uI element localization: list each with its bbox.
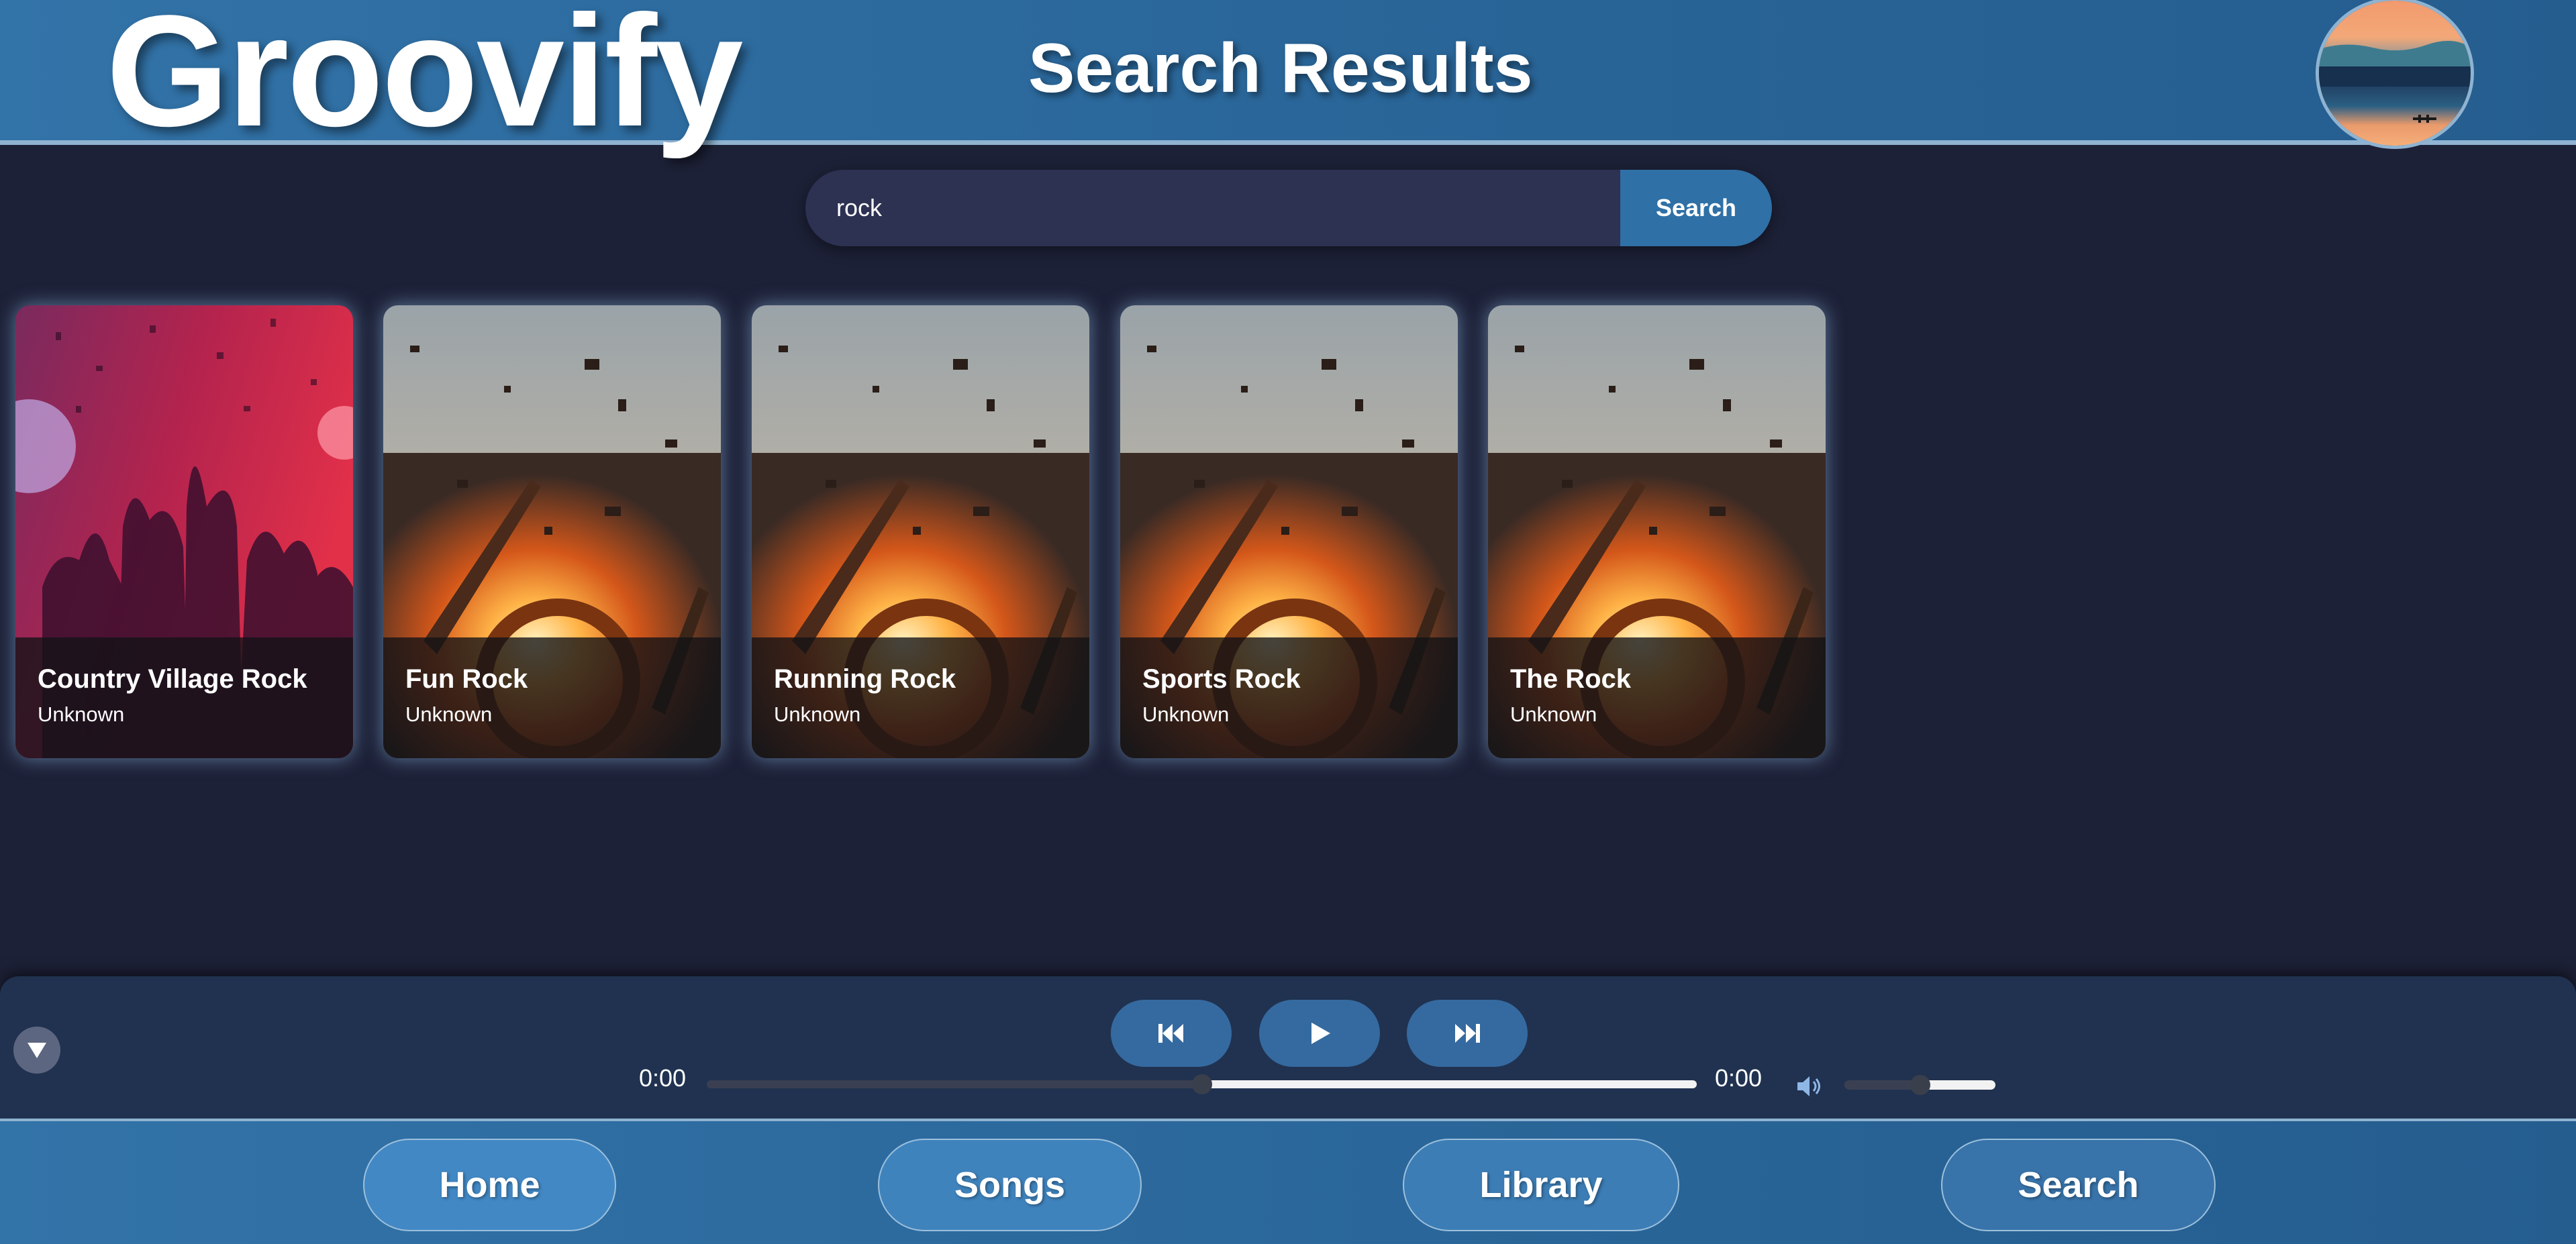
avatar[interactable]: [2316, 0, 2474, 149]
music-player: 0:00 0:00: [0, 976, 2576, 1119]
song-title: Country Village Rock: [38, 664, 307, 694]
search-bar: Search: [805, 170, 1772, 246]
page-title: Search Results: [1028, 30, 1533, 107]
bottom-nav: Home Songs Library Search: [0, 1119, 2576, 1244]
progress-fill: [1201, 1080, 1697, 1088]
result-card[interactable]: Sports Rock Unknown: [1120, 305, 1458, 758]
song-artist: Unknown: [1142, 703, 1230, 726]
volume-thumb[interactable]: [1910, 1075, 1930, 1095]
nav-library[interactable]: Library: [1403, 1139, 1679, 1231]
volume-slider[interactable]: [1844, 1075, 1995, 1095]
search-button[interactable]: Search: [1620, 170, 1772, 246]
app-header: Groovify Search Results: [0, 0, 2576, 150]
card-info: The Rock Unknown: [1488, 637, 1826, 758]
nav-songs[interactable]: Songs: [878, 1139, 1142, 1231]
avatar-image: [2319, 1, 2471, 146]
card-info: Country Village Rock Unknown: [15, 637, 353, 758]
song-title: The Rock: [1510, 664, 1632, 694]
song-title: Sports Rock: [1142, 664, 1301, 694]
song-artist: Unknown: [774, 703, 861, 726]
card-info: Sports Rock Unknown: [1120, 637, 1458, 758]
duration: 0:00: [1715, 1064, 1763, 1092]
progress-thumb[interactable]: [1191, 1074, 1212, 1094]
result-card[interactable]: The Rock Unknown: [1488, 305, 1826, 758]
current-time: 0:00: [639, 1064, 687, 1092]
song-artist: Unknown: [1510, 703, 1597, 726]
nav-search[interactable]: Search: [1941, 1139, 2216, 1231]
next-button[interactable]: [1407, 1000, 1528, 1067]
previous-button[interactable]: [1111, 1000, 1232, 1067]
progress-slider[interactable]: [707, 1074, 1697, 1094]
play-button[interactable]: [1259, 1000, 1380, 1067]
song-artist: Unknown: [405, 703, 493, 726]
app-logo[interactable]: Groovify: [106, 0, 743, 150]
card-info: Fun Rock Unknown: [383, 637, 721, 758]
volume-fill: [1920, 1080, 1995, 1090]
result-card[interactable]: Running Rock Unknown: [752, 305, 1089, 758]
song-artist: Unknown: [38, 703, 125, 726]
nav-home[interactable]: Home: [363, 1139, 616, 1231]
song-title: Fun Rock: [405, 664, 528, 694]
volume-icon[interactable]: [1793, 1070, 1826, 1102]
previous-icon: [1158, 1024, 1183, 1043]
collapse-player-button[interactable]: [13, 1027, 60, 1074]
next-icon: [1455, 1024, 1480, 1043]
result-card[interactable]: Country Village Rock Unknown: [15, 305, 353, 758]
song-title: Running Rock: [774, 664, 956, 694]
card-info: Running Rock Unknown: [752, 637, 1089, 758]
search-input[interactable]: [805, 170, 1620, 246]
play-icon: [1311, 1023, 1330, 1044]
result-card[interactable]: Fun Rock Unknown: [383, 305, 721, 758]
chevron-down-icon: [28, 1043, 46, 1058]
